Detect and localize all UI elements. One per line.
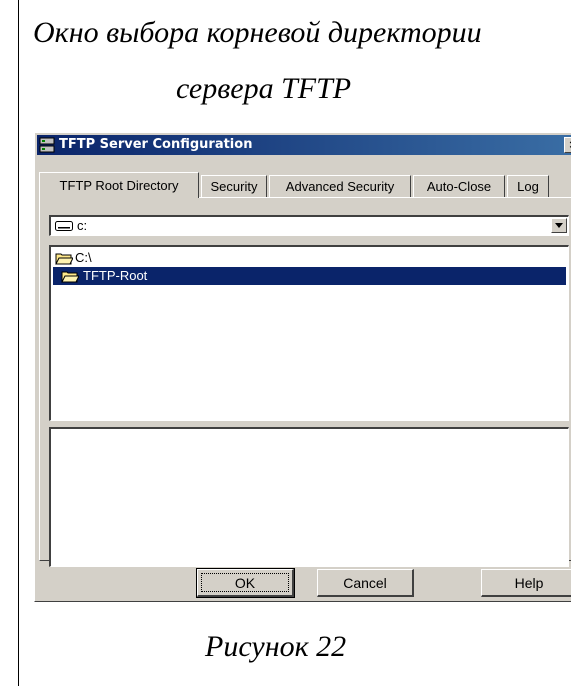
dropdown-arrow-icon[interactable] xyxy=(551,218,567,233)
focus-rect xyxy=(201,573,289,592)
help-button[interactable]: Help xyxy=(481,569,571,597)
caption-line-2: сервера TFTP xyxy=(176,72,352,105)
tab-auto-close[interactable]: Auto-Close xyxy=(413,175,505,197)
dialog-title: TFTP Server Configuration xyxy=(59,137,253,152)
cancel-button[interactable]: Cancel xyxy=(317,569,414,597)
app-icon xyxy=(39,137,55,153)
drive-value: c: xyxy=(77,218,88,233)
title-bar[interactable]: TFTP Server Configuration × xyxy=(37,135,571,155)
list-item-selected[interactable]: TFTP-Root xyxy=(53,267,566,285)
drive-icon xyxy=(55,221,73,231)
tab-advanced-security[interactable]: Advanced Security xyxy=(269,175,411,197)
tab-security[interactable]: Security xyxy=(201,175,267,197)
tftp-config-dialog: TFTP Server Configuration × TFTP Root Di… xyxy=(34,132,571,602)
list-item-label: C:\ xyxy=(75,250,92,265)
folder-open-icon xyxy=(55,253,73,265)
caption-line-1: Окно выбора корневой директории xyxy=(33,16,482,49)
close-button[interactable]: × xyxy=(564,137,571,153)
tab-tftp-root-directory[interactable]: TFTP Root Directory xyxy=(39,172,199,198)
figure-caption: Рисунок 22 xyxy=(205,630,347,663)
ok-button[interactable]: OK xyxy=(196,568,295,598)
drive-select[interactable]: c: xyxy=(49,215,569,236)
file-list[interactable] xyxy=(49,427,569,567)
list-item-label: TFTP-Root xyxy=(83,268,148,283)
tab-log[interactable]: Log xyxy=(507,175,549,197)
folder-open-icon xyxy=(61,271,79,283)
directory-list[interactable]: C:\ TFTP-Root xyxy=(49,245,569,421)
